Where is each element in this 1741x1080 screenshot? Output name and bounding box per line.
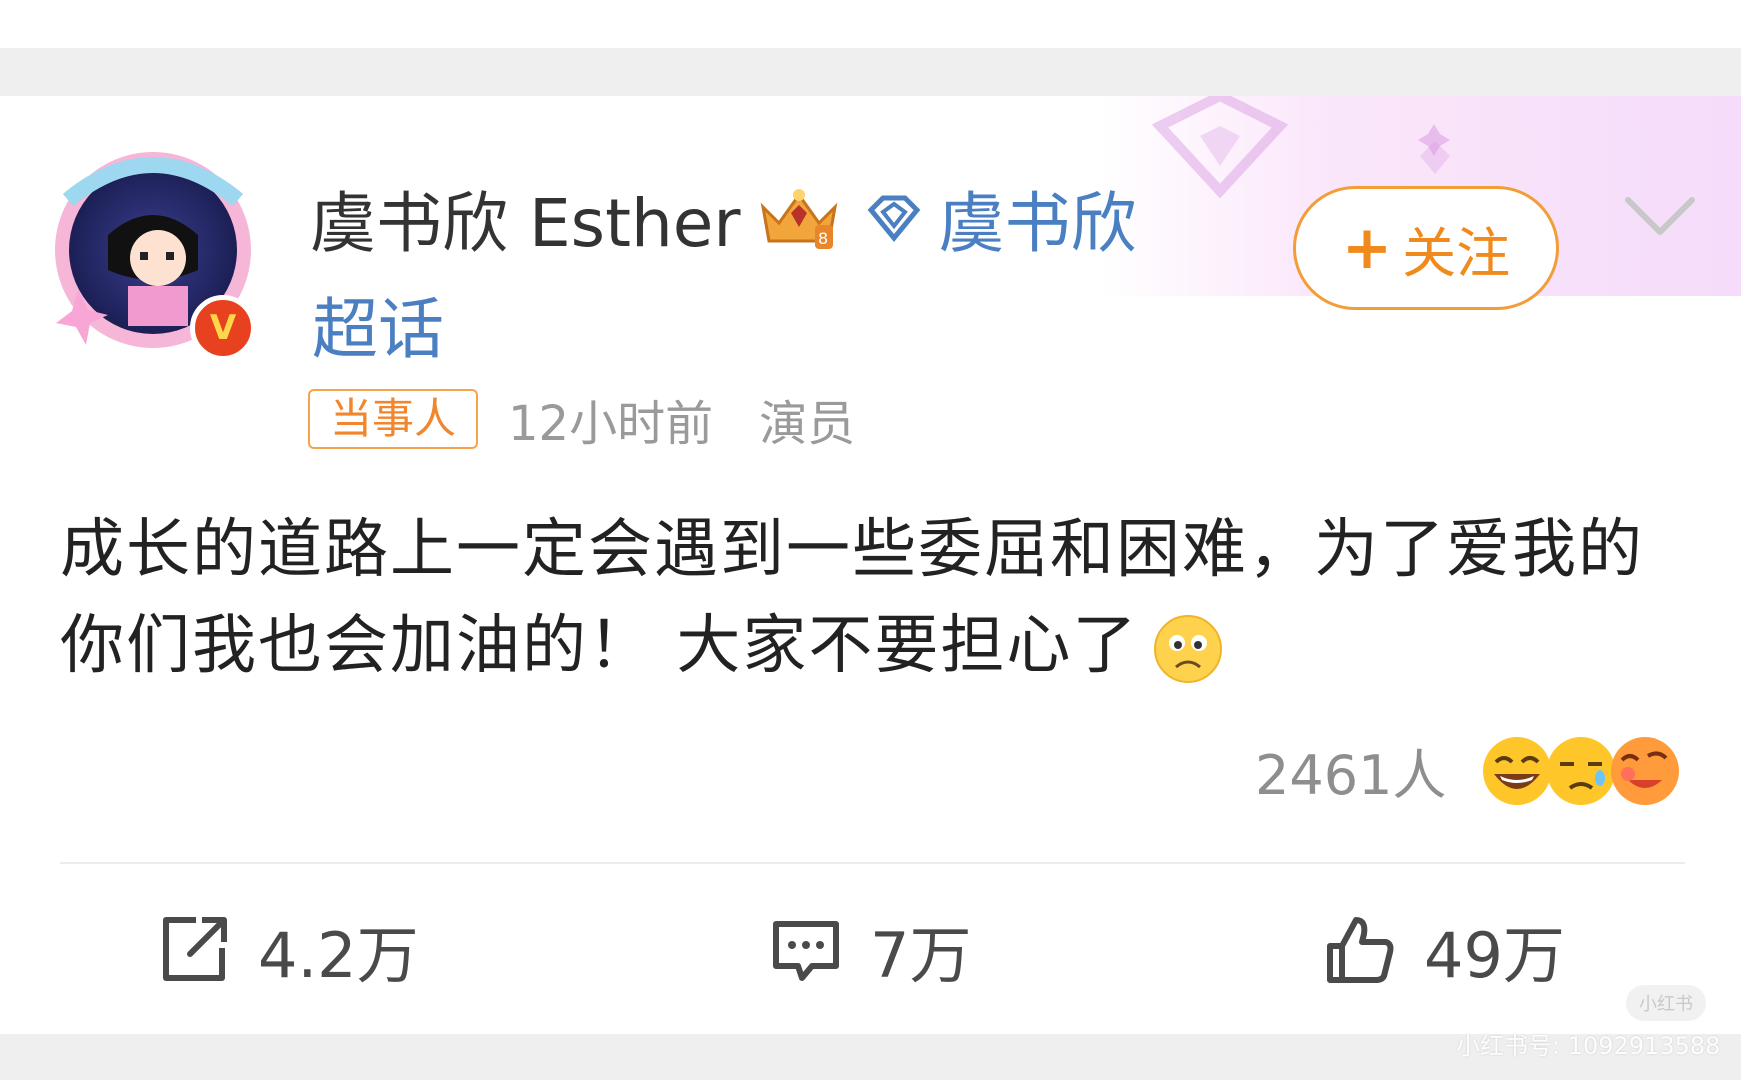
repost-count: 4.2万 xyxy=(258,919,419,992)
touched-emoji-icon xyxy=(1611,737,1680,805)
post-body: 成长的道路上一定会遇到一些委屈和困难，为了爱我的你们我也会加油的！ 大家不要担心… xyxy=(60,502,1690,694)
crown-icon: 8 xyxy=(760,189,837,249)
svg-text:8: 8 xyxy=(818,229,828,248)
plus-icon: + xyxy=(1341,213,1393,283)
verified-badge: V xyxy=(190,295,256,361)
comment-button[interactable]: 7万 xyxy=(768,910,971,992)
comment-count: 7万 xyxy=(870,919,972,992)
follow-button[interactable]: + 关注 xyxy=(1293,186,1559,310)
xiaohongshu-logo: 小红书 xyxy=(1626,985,1706,1021)
author-role: 演员 xyxy=(759,396,856,452)
chevron-down-icon[interactable] xyxy=(1620,190,1700,242)
reaction-count: 2461人 xyxy=(1255,743,1447,807)
post-time: 12小时前 xyxy=(508,396,714,452)
author-name-line: 虞书欣 Esther 8 虞书欣 xyxy=(310,178,1137,262)
reactions[interactable]: 2461人 xyxy=(1255,730,1690,810)
supertopic-link[interactable]: 虞书欣 xyxy=(939,170,1137,266)
laugh-emoji-icon xyxy=(1483,737,1552,805)
follow-label: 关注 xyxy=(1402,221,1511,285)
comment-icon xyxy=(773,921,839,981)
top-strip xyxy=(0,0,1741,48)
author-name[interactable]: 虞书欣 Esther xyxy=(310,170,741,266)
like-button[interactable]: 49万 xyxy=(1322,910,1565,992)
cry-emoji-icon xyxy=(1547,737,1616,805)
party-tag-badge: 当事人 xyxy=(308,389,479,449)
repost-button[interactable]: 4.2万 xyxy=(156,910,419,992)
supertopic-suffix[interactable]: 超话 xyxy=(312,276,444,372)
sad-emoji-icon xyxy=(1154,615,1223,684)
supertopic-diamond-icon xyxy=(867,195,920,242)
post-text: 成长的道路上一定会遇到一些委屈和困难，为了爱我的你们我也会加油的！ 大家不要担心… xyxy=(60,513,1644,683)
like-count: 49万 xyxy=(1424,919,1565,992)
divider xyxy=(60,862,1685,864)
watermark-text: 小红书号: 1092913588 xyxy=(1456,1032,1721,1060)
reaction-faces xyxy=(1480,730,1690,810)
repost-icon xyxy=(163,917,227,981)
post-meta: 当事人 12小时前 演员 xyxy=(308,388,855,452)
thumbs-up-icon xyxy=(1327,917,1394,983)
